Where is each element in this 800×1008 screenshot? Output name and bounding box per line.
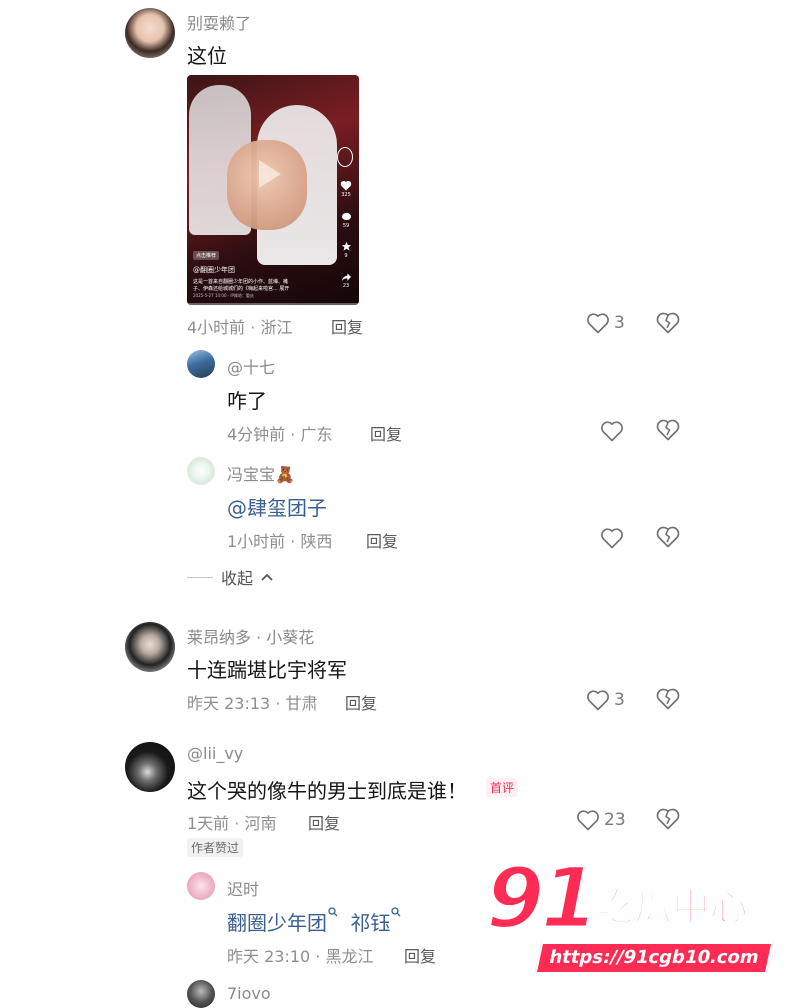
avatar[interactable] [125, 622, 175, 672]
avatar[interactable] [187, 350, 215, 378]
search-link-text: 翻圈少年团 [227, 911, 327, 935]
reply-username[interactable]: 迟时 [227, 876, 259, 900]
comment-time: 4小时前 [187, 318, 246, 337]
reply-username-text: 冯宝宝 [227, 465, 276, 484]
mention-link[interactable]: @肆玺团子 [227, 492, 327, 521]
comment-meta: 1天前 · 河南 [187, 814, 277, 833]
heart-outline-icon [587, 313, 609, 334]
comment-location: 浙江 [260, 318, 293, 337]
watermark-number: 91 [485, 849, 601, 947]
teddy-bear-emoji: 🧸 [275, 465, 295, 484]
search-icon [391, 907, 401, 917]
comment-text: 这个哭的像牛的男士到底是谁！ [187, 779, 467, 803]
comment-username[interactable]: 莱昂纳多 · 小葵花 [187, 624, 314, 648]
reply-button[interactable]: 回复 [366, 528, 398, 552]
heart-outline-icon [577, 810, 599, 831]
reply-time: 4分钟前 [227, 425, 286, 444]
reply-location: 黑龙江 [325, 947, 374, 966]
search-link[interactable]: 祁钰 [350, 907, 401, 935]
collapse-label: 收起 [221, 569, 254, 588]
watermark-url: https://91cgb10.com [534, 942, 774, 974]
search-link[interactable]: 翻圈少年团 [227, 907, 338, 935]
like-button[interactable]: 3 [586, 687, 625, 713]
video-star-count: 9 [344, 253, 348, 259]
comment-time: 昨天 23:13 [187, 694, 271, 713]
chevron-up-icon [261, 573, 273, 581]
reply-username[interactable]: 冯宝宝🧸 [227, 461, 295, 485]
reply-button[interactable]: 回复 [308, 810, 340, 834]
video-caption-line: 这是一首来自翻圈少年团的小作、蓝壕、瘫 [193, 279, 289, 285]
first-comment-badge: 首评 [486, 778, 519, 797]
video-caption-handle: @翻圈少年团 [193, 266, 235, 274]
reply-meta: 1小时前 · 陕西 [227, 532, 333, 551]
heart-outline-icon[interactable] [600, 418, 624, 444]
video-share-icon: 23 [339, 272, 353, 289]
comment-text: 这位 [187, 44, 227, 68]
video-comment-count: 59 [342, 223, 350, 229]
like-button[interactable]: 23 [576, 807, 626, 833]
reply-text: 翻圈少年团 祁钰 [227, 907, 401, 936]
reply-button[interactable]: 回复 [370, 421, 402, 445]
reply-text: 咋了 [227, 389, 267, 413]
like-count: 23 [604, 810, 626, 830]
video-like-icon: 325 [339, 180, 353, 198]
video-share-count: 23 [342, 283, 350, 289]
divider [187, 576, 213, 578]
avatar[interactable] [125, 742, 175, 792]
reply-time: 昨天 23:10 [227, 947, 311, 966]
search-link-text: 祁钰 [350, 911, 391, 935]
video-star-icon: 9 [339, 241, 353, 259]
comment-text: 十连踹堪比宇将军 [187, 658, 347, 682]
video-caption-line: 子、伊森还给城城们的《嗨起来啦宫... 展开 [193, 286, 290, 292]
reply-time: 1小时前 [227, 532, 286, 551]
video-recommend-pill: 点击推荐 [193, 251, 220, 260]
video-avatar-icon [337, 147, 353, 167]
reply-username[interactable]: @十七 [227, 354, 275, 378]
video-comment-icon: 59 [339, 212, 353, 229]
avatar[interactable] [187, 457, 215, 485]
reply-button[interactable]: 回复 [404, 943, 436, 967]
broken-heart-icon[interactable] [655, 524, 681, 550]
reply-button[interactable]: 回复 [331, 314, 363, 338]
author-liked-badge: 作者赞过 [187, 838, 244, 857]
watermark: 91 吃瓜中心 https://91cgb10.com [485, 855, 786, 980]
comment-meta: 4小时前 · 浙江 [187, 318, 293, 337]
comment-username[interactable]: 别耍赖了 [187, 10, 251, 34]
avatar[interactable] [125, 8, 175, 58]
video-card[interactable]: 325 59 9 23 点击推荐 @翻圈少年团 这是一首来自翻圈少年团的小作、蓝… [187, 75, 359, 305]
heart-outline-icon[interactable] [600, 525, 624, 551]
play-icon [259, 160, 281, 188]
avatar[interactable] [187, 872, 215, 900]
avatar[interactable] [187, 980, 215, 1008]
broken-heart-icon[interactable] [655, 417, 681, 443]
comment-time: 1天前 [187, 814, 230, 833]
comment-username[interactable]: 7iovo [227, 984, 271, 1003]
reply-location: 陕西 [300, 532, 333, 551]
heart-outline-icon [587, 690, 609, 711]
video-date-line: 2025-5-27 14:00 · IP属地：重庆 [193, 293, 254, 298]
reply-meta: 4分钟前 · 广东 [227, 425, 333, 444]
comment-location: 甘肃 [285, 694, 318, 713]
like-count: 3 [614, 690, 625, 710]
search-icon [328, 907, 338, 917]
collapse-replies-button[interactable]: 收起 [187, 565, 273, 589]
broken-heart-icon[interactable] [655, 686, 681, 712]
watermark-brand-text: 吃瓜中心 [595, 885, 749, 929]
broken-heart-icon[interactable] [655, 806, 681, 832]
like-count: 3 [614, 313, 625, 333]
broken-heart-icon[interactable] [655, 310, 681, 336]
comment-username[interactable]: @lii_vy [187, 744, 243, 763]
like-button[interactable]: 3 [586, 310, 625, 336]
reply-meta: 昨天 23:10 · 黑龙江 [227, 947, 374, 966]
comment-meta: 昨天 23:13 · 甘肃 [187, 694, 318, 713]
video-progress-bar [187, 303, 359, 305]
reply-location: 广东 [300, 425, 333, 444]
comment-location: 河南 [244, 814, 277, 833]
video-like-count: 325 [341, 192, 351, 198]
reply-button[interactable]: 回复 [345, 690, 377, 714]
